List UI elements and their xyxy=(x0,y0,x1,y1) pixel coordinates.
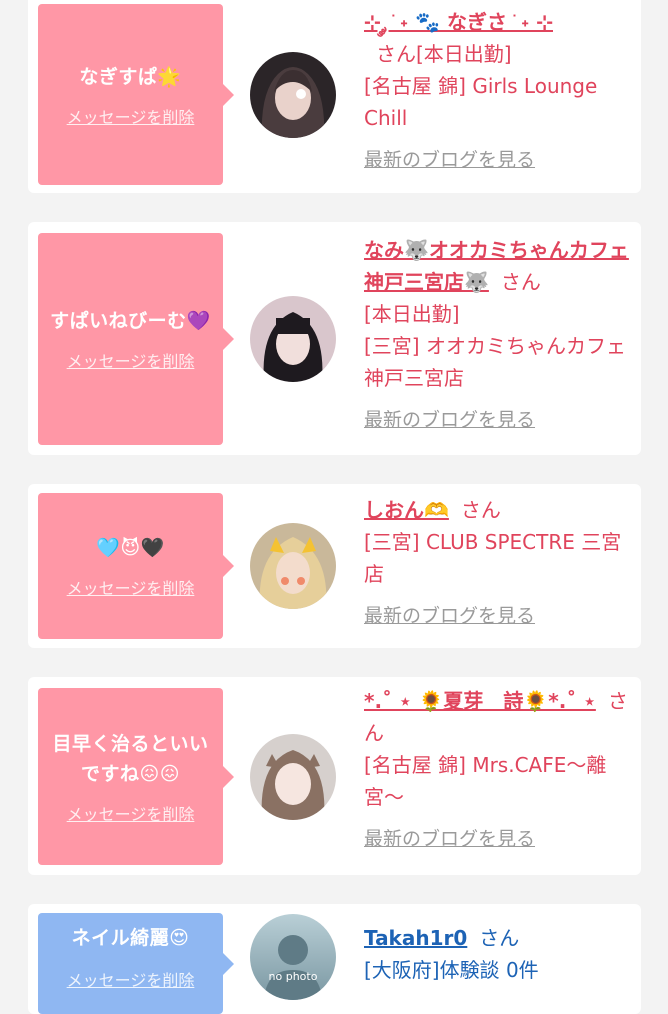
user-name-link[interactable]: *.˚ ⋆ 🌻夏芽 詩🌻*.˚ ⋆ xyxy=(364,689,596,713)
avatar-photo xyxy=(250,296,336,382)
message-text: 🩵😈🖤 xyxy=(96,537,165,559)
shop-info: [三宮] CLUB SPECTRE 三宮店 xyxy=(364,530,622,586)
work-status: [本日出勤] xyxy=(416,42,512,66)
user-name-link[interactable]: ⊹ ༘ ֹ ˖ 🐾 なぎさ ֹ ˖ ⊹ xyxy=(364,10,553,34)
avatar[interactable] xyxy=(250,296,336,382)
avatar-photo xyxy=(250,52,336,138)
message-text: すぱいねびーむ💜 xyxy=(50,310,211,332)
message-card: なぎすぱ🌟 メッセージを削除 ⊹ ༘ ֹ ˖ 🐾 なぎさ ֹ ˖ ⊹ さん[本日… xyxy=(28,0,641,193)
blog-link[interactable]: 最新のブログを見る xyxy=(364,823,535,855)
message-bubble: 目早く治るといいですね😖😖 メッセージを削除 xyxy=(38,688,234,865)
user-name-link[interactable]: なみ🐺オオカミちゃんカフェ神戸三宮店🐺 xyxy=(364,238,629,294)
message-card: 目早く治るといいですね😖😖 メッセージを削除 *.˚ ⋆ 🌻夏芽 詩🌻*.˚ ⋆… xyxy=(28,677,641,875)
work-status: [本日出勤] xyxy=(364,302,460,326)
user-info: *.˚ ⋆ 🌻夏芽 詩🌻*.˚ ⋆ さん [名古屋 錦] Mrs.CAFE〜離宮〜… xyxy=(364,685,632,855)
message-bubble: なぎすぱ🌟 メッセージを削除 xyxy=(38,4,234,185)
honorific: さん xyxy=(479,926,520,950)
delete-message-link[interactable]: メッセージを削除 xyxy=(67,967,195,991)
avatar-photo xyxy=(250,734,336,820)
message-bubble: 🩵😈🖤 メッセージを削除 xyxy=(38,493,234,639)
message-text: ネイル綺麗😍 xyxy=(71,927,190,949)
no-photo-icon xyxy=(250,914,336,1000)
delete-message-link[interactable]: メッセージを削除 xyxy=(67,575,195,599)
user-info: ⊹ ༘ ֹ ˖ 🐾 なぎさ ֹ ˖ ⊹ さん[本日出勤] [名古屋 錦] Gir… xyxy=(364,6,632,176)
user-info: なみ🐺オオカミちゃんカフェ神戸三宮店🐺 さん [本日出勤] [三宮] オオカミちゃ… xyxy=(364,234,632,436)
blog-link[interactable]: 最新のブログを見る xyxy=(364,144,535,176)
shop-info: [名古屋 錦] Mrs.CAFE〜離宮〜 xyxy=(364,753,607,809)
no-photo-label: no photo xyxy=(268,970,318,983)
message-text: なぎすぱ🌟 xyxy=(79,65,182,88)
user-info: Takah1r0 さん [大阪府]体験談 0件 xyxy=(364,922,632,986)
honorific: さん xyxy=(460,498,501,522)
delete-message-link[interactable]: メッセージを削除 xyxy=(67,348,195,372)
delete-message-link[interactable]: メッセージを削除 xyxy=(67,104,195,128)
user-name-link[interactable]: しおん🫶 xyxy=(364,498,449,522)
shop-info: [大阪府]体験談 0件 xyxy=(364,958,539,982)
shop-info: [三宮] オオカミちゃんカフェ神戸三宮店 xyxy=(364,334,626,390)
avatar-photo xyxy=(250,523,336,609)
shop-info: [名古屋 錦] Girls Lounge Chill xyxy=(364,74,598,130)
avatar[interactable] xyxy=(250,52,336,138)
honorific: さん xyxy=(500,270,541,294)
user-name-link[interactable]: Takah1r0 xyxy=(364,926,467,950)
blog-link[interactable]: 最新のブログを見る xyxy=(364,600,535,632)
delete-message-link[interactable]: メッセージを削除 xyxy=(67,801,195,825)
message-card: ネイル綺麗😍 メッセージを削除 no photo Takah1r0 さん [大阪府… xyxy=(28,904,641,1014)
message-text: 目早く治るといいですね😖😖 xyxy=(52,732,209,785)
message-list: なぎすぱ🌟 メッセージを削除 ⊹ ༘ ֹ ˖ 🐾 なぎさ ֹ ˖ ⊹ さん[本日… xyxy=(0,0,668,1014)
message-card: すぱいねびーむ💜 メッセージを削除 なみ🐺オオカミちゃんカフェ神戸三宮店🐺 さん … xyxy=(28,222,641,455)
avatar[interactable] xyxy=(250,734,336,820)
honorific: さん xyxy=(376,42,416,66)
blog-link[interactable]: 最新のブログを見る xyxy=(364,404,535,436)
message-bubble: すぱいねびーむ💜 メッセージを削除 xyxy=(38,233,234,445)
message-card: 🩵😈🖤 メッセージを削除 しおん🫶 さん [三宮] CLUB SPECTRE 三宮… xyxy=(28,484,641,648)
avatar[interactable]: no photo xyxy=(250,914,336,1000)
avatar[interactable] xyxy=(250,523,336,609)
user-info: しおん🫶 さん [三宮] CLUB SPECTRE 三宮店 最新のブログを見る xyxy=(364,494,632,632)
